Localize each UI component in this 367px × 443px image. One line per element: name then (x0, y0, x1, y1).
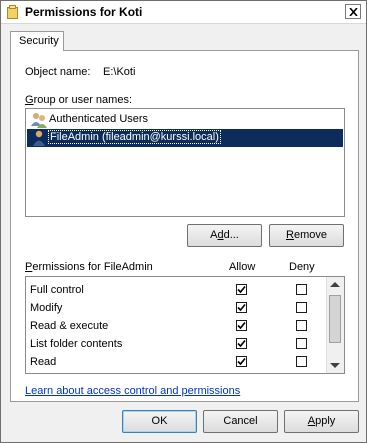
scroll-down-arrow-icon[interactable] (330, 363, 340, 368)
allow-header: Allow (229, 261, 256, 273)
perm-name: Read (30, 356, 57, 368)
deny-checkbox[interactable] (296, 284, 307, 295)
remove-button[interactable]: Remove (269, 224, 344, 247)
deny-checkbox[interactable] (296, 356, 307, 367)
object-name-label: Object name: (25, 66, 91, 78)
title-bar: Permissions for Koti (1, 1, 366, 24)
list-item-label: Authenticated Users (49, 113, 149, 125)
window-title: Permissions for Koti (25, 5, 143, 19)
users-group-icon (31, 113, 47, 128)
access-control-help-link[interactable]: Learn about access control and permissio… (25, 385, 240, 397)
deny-checkbox[interactable] (296, 338, 307, 349)
apply-label-accel: A (307, 415, 316, 427)
scroll-up-arrow-icon[interactable] (330, 282, 340, 287)
group-list-label-accel: G (25, 94, 34, 106)
remove-label-rest: emove (293, 229, 327, 241)
user-icon (33, 130, 45, 146)
perm-name: Modify (30, 302, 63, 314)
ok-button[interactable]: OK (122, 410, 197, 433)
checkmark-icon (237, 357, 246, 366)
perm-name: Full control (30, 284, 84, 296)
object-name-value: E:\Koti (103, 66, 136, 78)
group-user-list[interactable]: Authenticated Users FileAdmin (fileadmin… (25, 108, 345, 217)
allow-checkbox[interactable] (236, 356, 247, 367)
perm-name: List folder contents (30, 338, 123, 350)
checkmark-icon (237, 303, 246, 312)
apply-button[interactable]: Apply (284, 410, 359, 433)
permissions-dialog: Permissions for Koti Security Object nam… (0, 0, 367, 443)
deny-checkbox[interactable] (296, 320, 307, 331)
deny-checkbox[interactable] (296, 302, 307, 313)
permissions-scrollbar[interactable] (326, 277, 344, 373)
tab-security-label: Security (19, 35, 59, 47)
permissions-label-rest: ermissions for FileAdmin (32, 261, 153, 273)
close-icon (349, 8, 358, 16)
allow-checkbox[interactable] (236, 284, 247, 295)
tab-security[interactable]: Security (10, 31, 64, 51)
perm-row-modify: Modify (26, 299, 326, 317)
scroll-thumb[interactable] (329, 295, 341, 343)
close-button[interactable] (345, 4, 361, 19)
list-item-fileadmin[interactable]: FileAdmin (fileadmin@kurssi.local) (27, 129, 343, 147)
add-label-rest: d... (223, 229, 239, 241)
allow-checkbox[interactable] (236, 320, 247, 331)
permissions-list: Full control Modify Read & execute List … (25, 276, 345, 374)
checkmark-icon (237, 339, 246, 348)
folder-icon (7, 5, 18, 19)
checkmark-icon (237, 285, 246, 294)
group-list-label: Group or user names: (25, 94, 132, 106)
group-list-label-rest: roup or user names: (33, 94, 132, 106)
perm-name: Read & execute (30, 320, 109, 332)
list-item-authenticated-users[interactable]: Authenticated Users (27, 111, 343, 129)
remove-label-accel: R (286, 229, 294, 241)
allow-checkbox[interactable] (236, 338, 247, 349)
perm-row-read-execute: Read & execute (26, 317, 326, 335)
perm-row-read: Read (26, 353, 326, 371)
checkmark-icon (237, 321, 246, 330)
permissions-label: Permissions for FileAdmin (25, 261, 153, 273)
add-button[interactable]: Add... (187, 224, 262, 247)
perm-row-list-folder-contents: List folder contents (26, 335, 326, 353)
allow-checkbox[interactable] (236, 302, 247, 313)
perm-row-full-control: Full control (26, 281, 326, 299)
deny-header: Deny (289, 261, 315, 273)
apply-label-rest: pply (315, 415, 336, 427)
list-item-label: FileAdmin (fileadmin@kurssi.local) (48, 130, 221, 144)
cancel-button[interactable]: Cancel (203, 410, 278, 433)
